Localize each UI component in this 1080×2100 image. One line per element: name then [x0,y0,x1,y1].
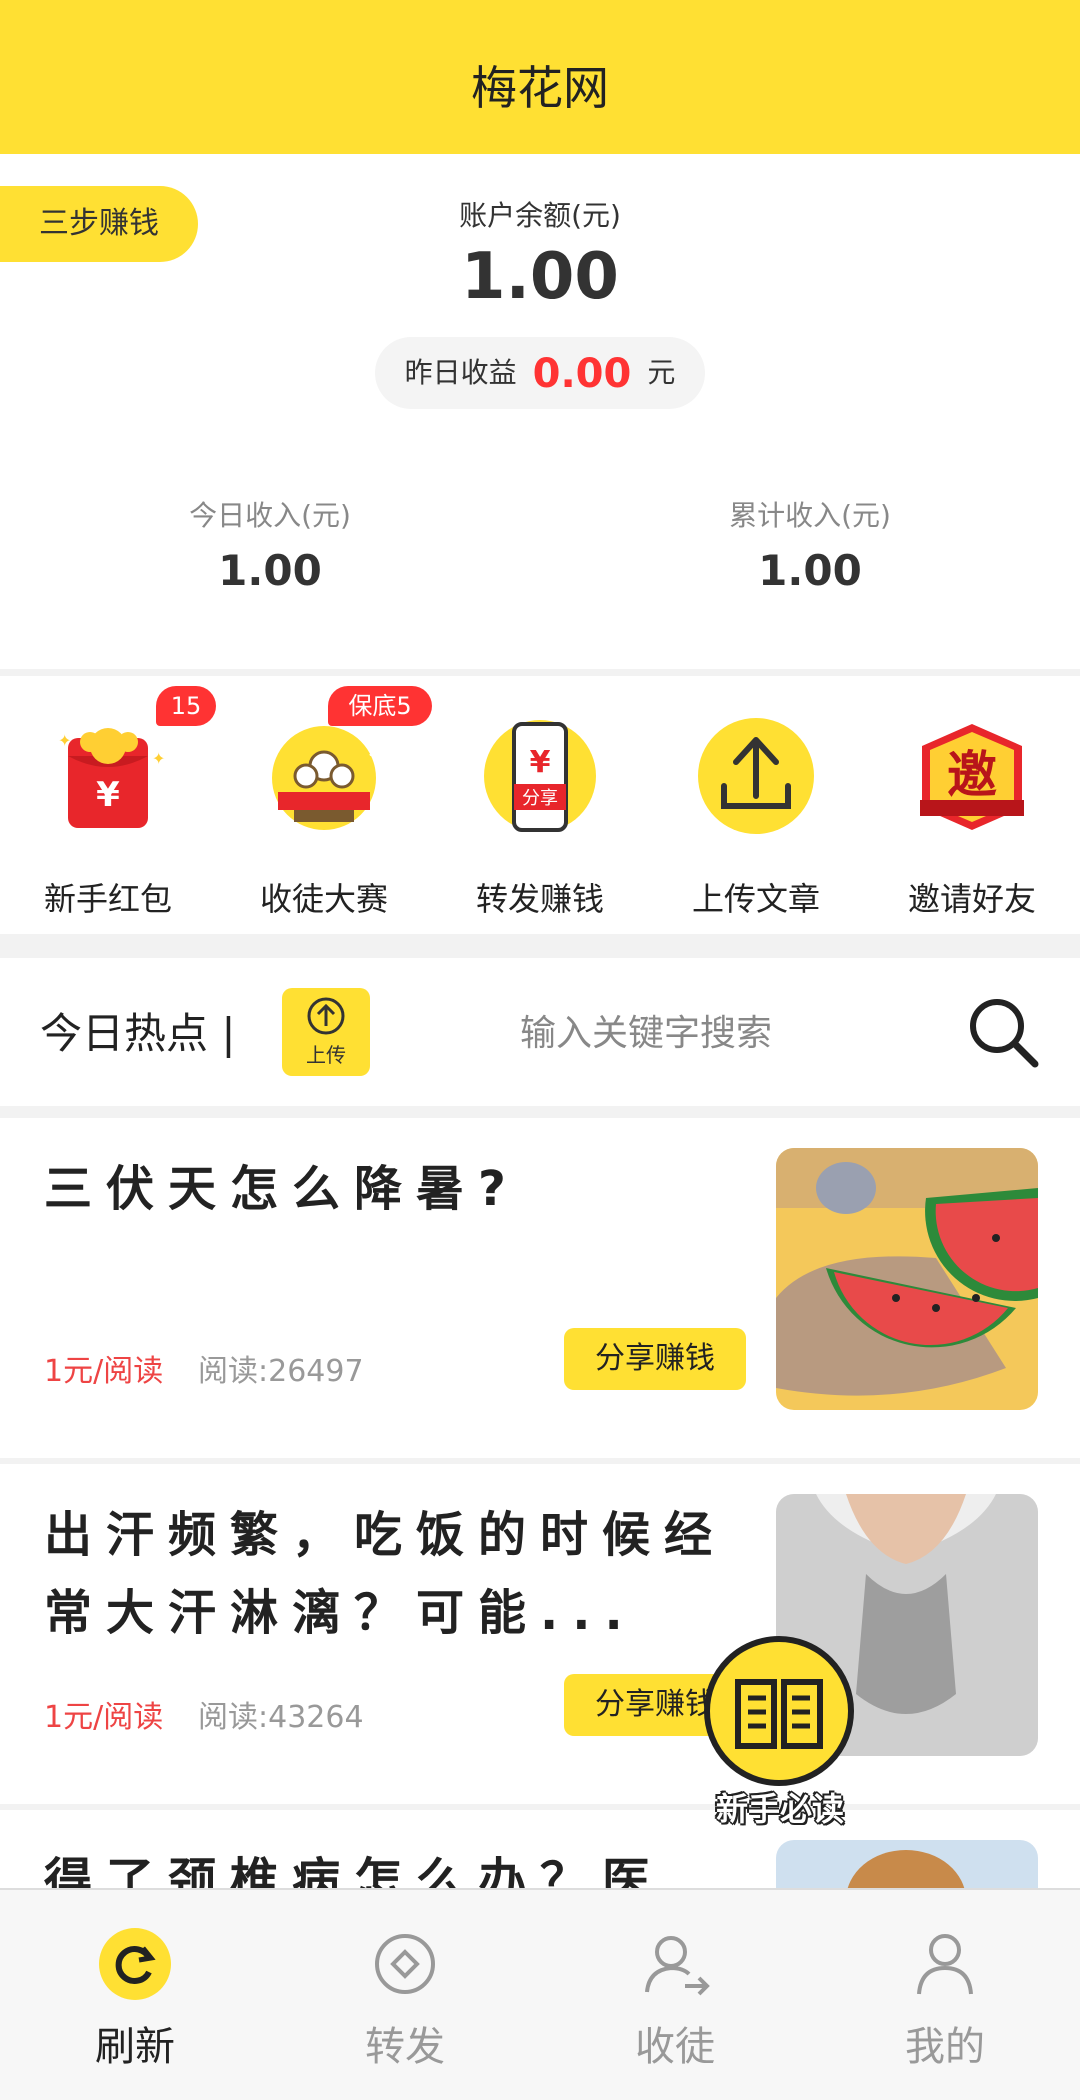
feature-label: 邀请好友 [907,880,1036,918]
nav-profile[interactable]: 我的 [810,1890,1080,2100]
neck-person-image [776,1840,1038,1888]
trophy-icon [272,726,376,830]
invite-glyph: 邀 [947,746,997,804]
today-income-value: 1.00 [218,546,322,595]
balance-card: 三步赚钱 账户余额(元) 1.00 昨日收益 0.00 元 今日收入(元) 1.00… [0,154,1080,669]
feature-invite-friends[interactable]: 邀 邀请好友 [864,676,1080,934]
upload-button-label: 上传 [306,1043,346,1067]
feature-label: 新手红包 [43,880,172,918]
nav-forward[interactable]: 转发 [270,1890,540,2100]
newbie-guide-label: 新手必读 [715,1790,844,1828]
article-thumbnail [776,1148,1038,1410]
account-balance-label: 账户余额(元) [459,199,621,232]
share-icon [375,1934,435,1994]
article-price: 1元/阅读 [44,1354,164,1389]
profile-icon [917,1934,973,1995]
yesterday-earnings-pill: 昨日收益 0.00 元 [375,337,705,409]
feature-recruit-contest[interactable]: 保底5元 收徒大赛 [216,676,432,934]
article-title: 出汗频繁，吃饭的时候经常大汗淋漓？可能... [44,1507,727,1641]
article-title: 得了颈椎病怎么办？医 [44,1853,665,1888]
article-card[interactable]: 出汗频繁，吃饭的时候经常大汗淋漓？可能... 1元/阅读 阅读:43264 分享… [0,1464,1080,1804]
search-bar: 今日热点 | 上传 输入关键字搜索 [0,958,1080,1106]
refresh-icon [99,1928,171,2000]
nav-label: 转发 [365,2024,445,2070]
upload-icon [698,718,814,834]
recruit-icon [645,1936,710,1996]
today-income-label: 今日收入(元) [189,499,351,532]
article-price: 1元/阅读 [44,1700,164,1735]
nav-refresh[interactable]: 刷新 [0,1890,270,2100]
total-income-value: 1.00 [758,546,862,595]
invite-icon: 邀 [920,724,1024,830]
feature-label: 转发赚钱 [475,880,604,918]
account-balance-value: 1.00 [461,240,619,314]
upload-button[interactable]: 上传 [282,988,370,1076]
phone-share-glyph: 分享 [522,788,558,809]
article-title: 三伏天怎么降暑? [44,1161,520,1217]
yesterday-earnings-label: 昨日收益 [404,356,517,389]
total-income: 累计收入(元) 1.00 [630,494,990,595]
feature-forward-earn[interactable]: ¥ 分享 转发赚钱 [432,676,648,934]
search-input[interactable]: 输入关键字搜索 [520,1004,772,1056]
nav-label: 收徒 [635,2024,715,2070]
article-reads: 阅读:26497 [198,1354,364,1389]
feature-label: 收徒大赛 [259,880,388,918]
article-thumbnail [776,1840,1038,1888]
article-card[interactable]: 三伏天怎么降暑? 1元/阅读 阅读:26497 分享赚钱 [0,1118,1080,1458]
phone-yen-glyph: ¥ [530,745,551,780]
watermelon-image [776,1148,1038,1410]
red-envelope-icon: ¥ ✦ ✦ [58,728,165,828]
today-hot-label: 今日热点 | [40,1009,236,1058]
yesterday-earnings-value: 0.00 [532,351,632,397]
today-income: 今日收入(元) 1.00 [90,494,450,595]
article-reads: 阅读:43264 [198,1700,364,1735]
recruit-badge: 保底5元 [328,686,432,760]
feature-grid: ¥ ✦ ✦ 15元 新手红包 保底5元 收徒大赛 ¥ 分享 转发赚钱 上传文章 … [0,676,1080,934]
svg-text:¥: ¥ [96,775,120,815]
search-icon[interactable] [965,994,1041,1070]
total-income-label: 累计收入(元) [729,499,891,532]
newbie-guide-button[interactable] [704,1636,854,1786]
nav-label: 我的 [905,2024,985,2070]
book-icon [735,1679,823,1749]
redpacket-badge: 15元 [156,686,216,760]
svg-text:✦: ✦ [58,731,71,750]
page-title: 梅花网 [471,61,609,115]
yesterday-earnings-unit: 元 [647,356,676,389]
phone-share-icon: ¥ 分享 [484,720,596,832]
app-header: 梅花网 [0,0,1080,154]
feature-upload-article[interactable]: 上传文章 [648,676,864,934]
feature-label: 上传文章 [691,880,820,918]
nav-recruit[interactable]: 收徒 [540,1890,810,2100]
bottom-nav: 刷新 转发 收徒 我的 [0,1888,1080,2100]
feature-newbie-redpacket[interactable]: ¥ ✦ ✦ 15元 新手红包 [0,676,216,934]
nav-label: 刷新 [95,2024,175,2070]
article-card[interactable]: 得了颈椎病怎么办？医 [0,1810,1080,1888]
svg-text:✦: ✦ [152,749,165,768]
share-earn-button[interactable]: 分享赚钱 [564,1328,746,1390]
